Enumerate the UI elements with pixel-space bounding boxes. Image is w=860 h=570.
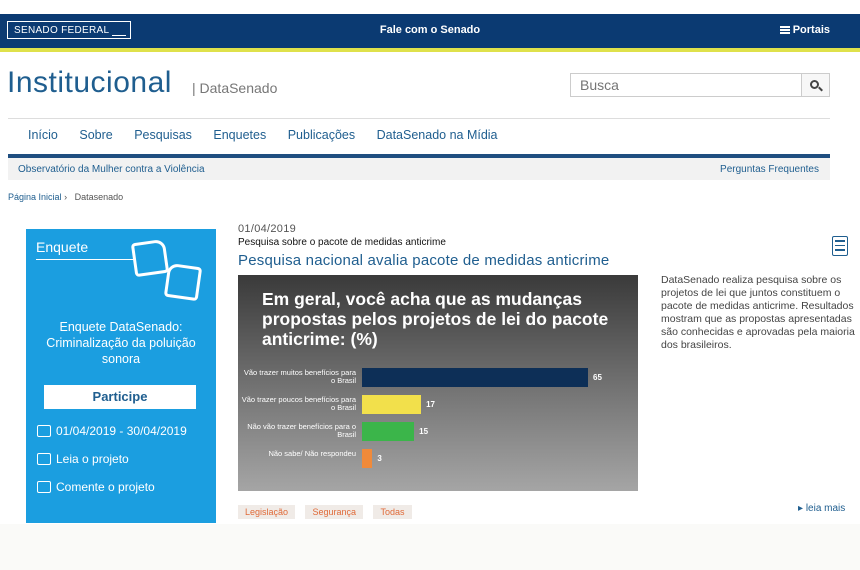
nav-item-midia[interactable]: DataSenado na Mídia [377, 128, 498, 142]
breadcrumb: Página Inicial › Datasenado [8, 192, 123, 202]
nav-item-enquetes[interactable]: Enquetes [213, 128, 266, 142]
comment-project-label: Comente o projeto [56, 480, 155, 494]
read-more-label: leia mais [805, 503, 846, 514]
participe-button[interactable]: Participe [44, 385, 196, 409]
chart-category-label: Vão trazer muitos benefícios para o Bras… [243, 368, 356, 385]
enquete-title[interactable]: Enquete DataSenado: Criminalização da po… [26, 319, 216, 367]
site-subtitle[interactable]: | DataSenado [192, 80, 277, 96]
hamburger-icon [779, 25, 790, 35]
portais-label: Portais [792, 24, 830, 36]
tag-legislacao[interactable]: Legislação [238, 505, 296, 519]
breadcrumb-home[interactable]: Página Inicial [8, 192, 62, 202]
chart-category-label: Não vão trazer benefícios para o Brasil [247, 422, 356, 439]
document-icon [37, 453, 51, 465]
read-more-link[interactable]: ▸ leia mais [798, 503, 845, 514]
search-input[interactable] [570, 73, 802, 97]
article-date: 01/04/2019 [238, 223, 297, 235]
nav-top-divider [8, 118, 830, 119]
chart-category-label: Não sabe/ Não respondeu [268, 449, 356, 458]
edit-document-icon[interactable] [832, 236, 848, 256]
sub-nav: Observatório da Mulher contra a Violênci… [8, 158, 830, 180]
enquete-dates: 01/04/2019 - 30/04/2019 [37, 424, 187, 438]
read-project-link[interactable]: Leia o projeto [37, 452, 129, 466]
tag-seguranca[interactable]: Segurança [305, 505, 364, 519]
chart-bar [362, 395, 422, 414]
nav-item-pesquisas[interactable]: Pesquisas [134, 128, 192, 142]
chart-bar [362, 422, 415, 441]
page-footer-area [0, 524, 860, 570]
observatorio-link[interactable]: Observatório da Mulher contra a Violênci… [18, 164, 205, 175]
comment-icon [37, 481, 51, 493]
read-project-label: Leia o projeto [56, 452, 129, 466]
panel-heading-rule [36, 259, 136, 260]
panel-heading: Enquete [36, 239, 89, 255]
thumbs-up-icon [130, 238, 170, 278]
top-bar: SENADO FEDERAL Fale com o Senado Portais [0, 14, 860, 48]
nav-item-publicacoes[interactable]: Publicações [288, 128, 355, 142]
main-nav: Início Sobre Pesquisas Enquetes Publicaç… [28, 128, 516, 142]
fale-com-senado-link[interactable]: Fale com o Senado [0, 24, 860, 36]
enquete-dates-text: 01/04/2019 - 30/04/2019 [56, 424, 187, 438]
article-headline[interactable]: Pesquisa nacional avalia pacote de medid… [238, 252, 609, 269]
article-tags: Legislação Segurança Todas [238, 502, 418, 520]
calendar-icon [37, 425, 51, 437]
search-icon-handle [818, 86, 823, 92]
chart-value-label: 17 [426, 400, 435, 409]
chart-category-label: Vão trazer poucos benefícios para o Bras… [241, 395, 356, 412]
article-kicker: Pesquisa sobre o pacote de medidas antic… [238, 237, 446, 248]
comment-project-link[interactable]: Comente o projeto [37, 480, 155, 494]
site-title[interactable]: Institucional [7, 66, 172, 100]
breadcrumb-current: Datasenado [74, 192, 124, 202]
article-description: DataSenado realiza pesquisa sobre os pro… [661, 274, 855, 351]
top-stripe [0, 48, 860, 52]
chart-title: Em geral, você acha que as mudanças prop… [262, 289, 609, 349]
tag-todas[interactable]: Todas [373, 505, 412, 519]
chart-bar [362, 368, 588, 387]
enquete-panel: Enquete Enquete DataSenado: Criminalizaç… [26, 229, 216, 523]
survey-chart[interactable]: Em geral, você acha que as mudanças prop… [238, 275, 638, 491]
nav-item-sobre[interactable]: Sobre [79, 128, 112, 142]
chart-value-label: 65 [593, 373, 602, 382]
chart-value-label: 15 [419, 427, 429, 436]
chart-value-label: 3 [377, 454, 382, 463]
nav-item-inicio[interactable]: Início [28, 128, 58, 142]
breadcrumb-separator: › [64, 192, 68, 202]
chart-bar [362, 449, 373, 468]
search-button[interactable] [802, 73, 830, 97]
portais-menu[interactable]: Portais [779, 24, 830, 36]
faq-link[interactable]: Perguntas Frequentes [720, 164, 819, 175]
thumbs-down-icon [163, 262, 203, 302]
